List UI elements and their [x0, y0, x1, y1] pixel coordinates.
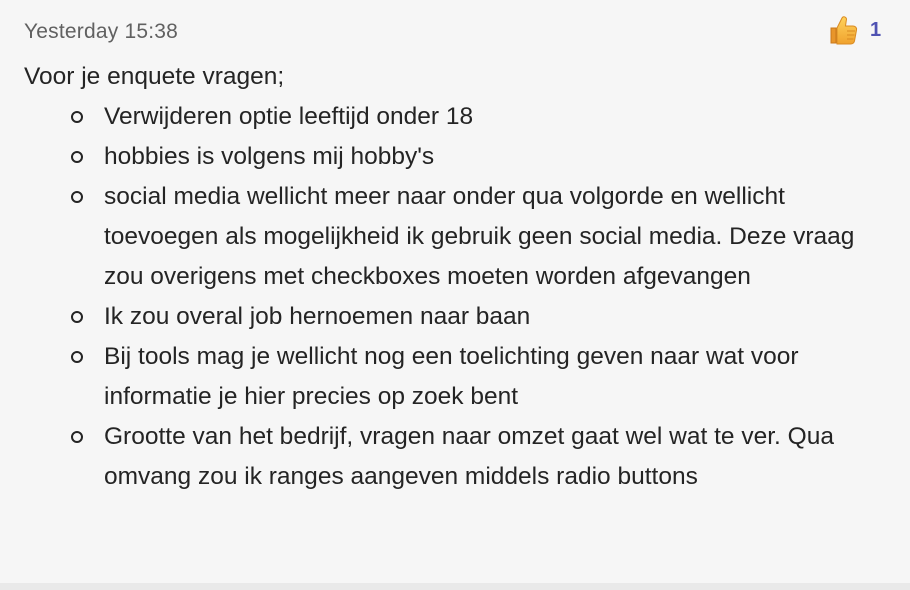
- list-item: Verwijderen optie leeftijd onder 18: [71, 97, 894, 137]
- hollow-bullet-icon: [71, 431, 83, 443]
- thumbs-up-icon: [830, 16, 858, 45]
- message-body: Voor je enquete vragen; Verwijderen opti…: [24, 57, 894, 497]
- list-item: social media wellicht meer naar onder qu…: [71, 177, 894, 297]
- hollow-bullet-icon: [71, 351, 83, 363]
- list-item-text: Ik zou overal job hernoemen naar baan: [104, 303, 531, 330]
- message-timestamp: Yesterday 15:38: [24, 20, 179, 43]
- list-item: Ik zou overal job hernoemen naar baan: [71, 297, 894, 337]
- hollow-bullet-icon: [71, 191, 83, 203]
- list-item-text: Bij tools mag je wellicht nog een toelic…: [104, 343, 799, 410]
- like-reaction[interactable]: 1: [826, 14, 881, 46]
- list-item-text: Grootte van het bedrijf, vragen naar omz…: [104, 423, 834, 490]
- list-item-text: social media wellicht meer naar onder qu…: [104, 183, 855, 290]
- message-intro: Voor je enquete vragen;: [24, 63, 285, 90]
- list-item: hobbies is volgens mij hobby's: [71, 137, 894, 177]
- chat-message: Yesterday 15:38 1 Voor je enquete vragen…: [0, 0, 910, 583]
- list-item: Bij tools mag je wellicht nog een toelic…: [71, 337, 894, 417]
- list-item: Grootte van het bedrijf, vragen naar omz…: [71, 417, 894, 497]
- list-item-text: Verwijderen optie leeftijd onder 18: [104, 103, 474, 130]
- reaction-count: 1: [870, 19, 882, 41]
- message-divider: [0, 583, 910, 590]
- list-item-text: hobbies is volgens mij hobby's: [104, 143, 435, 170]
- hollow-bullet-icon: [71, 311, 83, 323]
- hollow-bullet-icon: [71, 151, 83, 163]
- feedback-list: Verwijderen optie leeftijd onder 18 hobb…: [24, 97, 894, 497]
- hollow-bullet-icon: [71, 111, 83, 123]
